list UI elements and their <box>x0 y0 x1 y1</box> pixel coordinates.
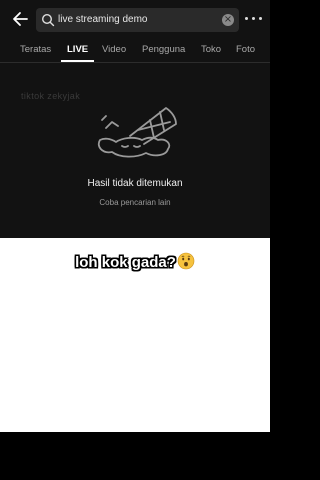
caption-area: loh kok gada? <box>0 238 270 432</box>
watermark: tiktok zekyjak <box>21 91 81 101</box>
active-tab-indicator <box>61 60 94 62</box>
tab-live[interactable]: LIVE <box>67 44 88 56</box>
meme-caption: loh kok gada? <box>0 252 270 273</box>
empty-state-subtitle: Coba pencarian lain <box>99 198 171 207</box>
search-results-screen: live streaming demo × Teratas LIVE Video… <box>0 0 270 238</box>
tab-toko[interactable]: Toko <box>201 44 221 56</box>
tab-foto[interactable]: Foto <box>236 44 255 56</box>
tab-pengguna[interactable]: Pengguna <box>142 44 185 56</box>
search-icon <box>41 13 55 27</box>
empty-state-title: Hasil tidak ditemukan <box>87 178 183 189</box>
tab-video[interactable]: Video <box>102 44 126 56</box>
clear-search-icon[interactable]: × <box>222 14 234 26</box>
result-tabs: Teratas LIVE Video Pengguna Toko Foto <box>0 38 270 63</box>
astonished-face-icon <box>177 252 195 270</box>
search-input[interactable]: live streaming demo × <box>36 8 239 32</box>
tab-teratas[interactable]: Teratas <box>20 44 51 56</box>
top-bar: live streaming demo × <box>0 0 270 38</box>
bottom-letterbox <box>0 432 270 480</box>
back-arrow-icon[interactable] <box>11 9 31 29</box>
search-query: live streaming demo <box>58 14 148 25</box>
melted-ice-cream-icon <box>97 107 177 158</box>
more-options-icon[interactable] <box>245 17 263 23</box>
caption-text: loh kok gada? <box>75 254 176 271</box>
